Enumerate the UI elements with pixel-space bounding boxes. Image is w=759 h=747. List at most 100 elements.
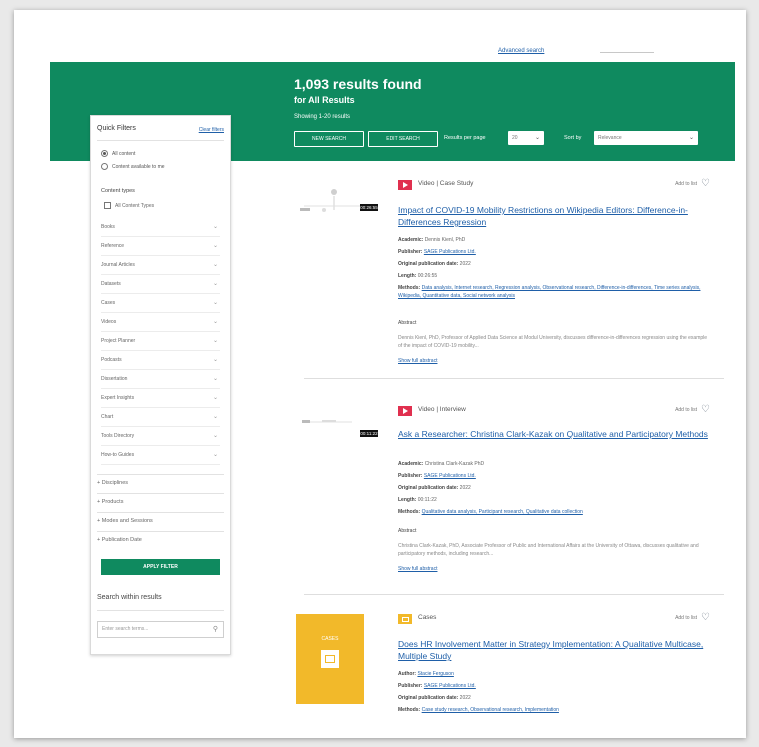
search-within-divider — [97, 610, 224, 611]
radio-on-icon — [101, 150, 108, 157]
all-content-types-checkbox[interactable]: All Content Types — [104, 202, 154, 209]
filter-podcasts[interactable]: Podcasts ⌄ — [101, 352, 220, 370]
meta-academic: Academic: Dennis Kienl, PhD — [398, 236, 710, 244]
filter-dissertation[interactable]: Dissertation ⌄ — [101, 371, 220, 389]
filter-label: Chart — [101, 414, 114, 420]
add-to-list-button[interactable]: Add to list ♡ — [675, 405, 710, 415]
radio-all-content[interactable]: All content — [101, 149, 135, 158]
show-full-abstract-link[interactable]: Show full abstract — [398, 566, 437, 572]
add-to-list-label: Add to list — [675, 181, 698, 187]
methods-links[interactable]: Data analysis, Internet research, Regres… — [398, 285, 700, 299]
abstract-text: Christina Clark-Kazak, PhD, Associate Pr… — [398, 543, 699, 557]
meta-label: Academic: — [398, 237, 424, 243]
meta-methods: Methods: Qualitative data analysis, Part… — [398, 508, 710, 516]
filter-books[interactable]: Books ⌄ — [101, 219, 220, 237]
filter-reference[interactable]: Reference ⌄ — [101, 238, 220, 256]
filter-videos[interactable]: Videos ⌄ — [101, 314, 220, 332]
advanced-search-link[interactable]: Advanced search — [498, 48, 544, 54]
filter-label: Podcasts — [101, 357, 122, 363]
chevron-down-icon: ⌄ — [534, 135, 540, 141]
radio-available-to-me[interactable]: Content available to me — [101, 162, 165, 171]
filter-cases[interactable]: Cases ⌄ — [101, 295, 220, 313]
meta-label: Academic: — [398, 461, 424, 467]
result-item: 00:26:55 Video | Case Study Add to list … — [290, 170, 720, 370]
filter-journal-articles[interactable]: Journal Articles ⌄ — [101, 257, 220, 275]
edit-search-button[interactable]: EDIT SEARCH — [368, 131, 438, 147]
add-to-list-label: Add to list — [675, 615, 698, 621]
search-within-label: Search within results — [97, 594, 162, 601]
filter-project-planner[interactable]: Project Planner ⌄ — [101, 333, 220, 351]
group-disciplines[interactable]: + Disciplines — [97, 474, 224, 492]
abstract-heading: Abstract — [398, 320, 417, 326]
video-type-icon — [398, 406, 412, 416]
filter-chart[interactable]: Chart ⌄ — [101, 409, 220, 427]
group-publication-date[interactable]: + Publication Date — [97, 531, 224, 549]
results-per-page-select[interactable]: 20 ⌄ — [508, 131, 544, 145]
add-to-list-button[interactable]: Add to list ♡ — [675, 613, 710, 623]
publisher-link[interactable]: SAGE Publications Ltd. — [424, 683, 476, 689]
publisher-link[interactable]: SAGE Publications Ltd. — [424, 249, 476, 255]
radio-off-icon — [101, 163, 108, 170]
abstract-text: Dennis Kienl, PhD, Professor of Applied … — [398, 335, 708, 349]
video-thumbnail[interactable] — [292, 182, 370, 232]
new-search-button[interactable]: NEW SEARCH — [294, 131, 364, 147]
meta-value: 00:11:22 — [417, 497, 437, 503]
apply-filter-button[interactable]: APPLY FILTER — [101, 559, 220, 575]
qf-divider — [97, 140, 224, 141]
meta-label: Original publication date: — [398, 695, 459, 701]
meta-pubdate: Original publication date: 2022 — [398, 484, 710, 492]
show-full-abstract-link[interactable]: Show full abstract — [398, 358, 437, 364]
quick-filters-title: Quick Filters — [97, 125, 136, 132]
filter-tools-directory[interactable]: Tools Directory ⌄ — [101, 428, 220, 446]
search-icon: ⚲ — [212, 626, 218, 633]
methods-links[interactable]: Case study research, Observational resea… — [422, 707, 559, 713]
meta-label: Publisher: — [398, 683, 423, 689]
meta-label: Publisher: — [398, 249, 423, 255]
filter-datasets[interactable]: Datasets ⌄ — [101, 276, 220, 294]
video-thumbnail[interactable] — [292, 398, 370, 448]
heart-icon: ♡ — [701, 612, 710, 623]
abstract-heading: Abstract — [398, 528, 417, 534]
video-duration: 00:26:55 — [360, 204, 378, 211]
meta-publisher: Publisher: SAGE Publications Ltd. — [398, 472, 710, 480]
result-title-link[interactable]: Impact of COVID-19 Mobility Restrictions… — [398, 204, 710, 228]
meta-label: Publisher: — [398, 473, 423, 479]
clear-filters-link[interactable]: Clear filters — [199, 127, 224, 133]
filter-expert-insights[interactable]: Expert Insights ⌄ — [101, 390, 220, 408]
result-item: 00:11:22 Video | Interview Add to list ♡… — [290, 388, 720, 588]
quick-filters-panel: Quick Filters Clear filters All content … — [90, 115, 231, 655]
sort-by-select[interactable]: Relevance ⌄ — [594, 131, 698, 145]
sort-by-value: Relevance — [598, 135, 622, 141]
add-to-list-button[interactable]: Add to list ♡ — [675, 179, 710, 189]
meta-value: 00:26:55 — [417, 273, 438, 279]
filter-how-to-guides[interactable]: How-to Guides ⌄ — [101, 447, 220, 465]
group-modes-and-sessions[interactable]: + Modes and Sessions — [97, 512, 224, 530]
author-link[interactable]: Stacie Ferguson — [417, 671, 453, 677]
meta-label: Methods: — [398, 707, 421, 713]
meta-pubdate: Original publication date: 2022 — [398, 694, 710, 702]
result-title-link[interactable]: Does HR Involvement Matter in Strategy I… — [398, 638, 710, 662]
result-title-link[interactable]: Ask a Researcher: Christina Clark-Kazak … — [398, 428, 710, 440]
chevron-down-icon: ⌄ — [212, 224, 218, 230]
meta-length: Length: 00:26:55 — [398, 272, 710, 280]
checkbox-icon — [104, 202, 111, 209]
results-per-page-label: Results per page — [444, 135, 486, 141]
filter-label: Project Planner — [101, 338, 136, 344]
results-per-page-value: 20 — [512, 135, 518, 141]
meta-value: 2022 — [459, 261, 471, 267]
filter-label: Cases — [101, 300, 116, 306]
group-products[interactable]: + Products — [97, 493, 224, 511]
results-scope: for All Results — [294, 95, 355, 105]
filter-label: How-to Guides — [101, 452, 135, 458]
search-within-input[interactable]: Enter search terms... ⚲ — [97, 621, 224, 638]
add-to-list-label: Add to list — [675, 407, 698, 413]
filter-label: Journal Articles — [101, 262, 135, 268]
chevron-down-icon: ⌄ — [212, 243, 218, 249]
content-types-label: Content types — [101, 188, 135, 194]
chevron-down-icon: ⌄ — [212, 395, 218, 401]
chevron-down-icon: ⌄ — [212, 262, 218, 268]
publisher-link[interactable]: SAGE Publications Ltd. — [424, 473, 476, 479]
chevron-down-icon: ⌄ — [212, 357, 218, 363]
meta-pubdate: Original publication date: 2022 — [398, 260, 710, 268]
methods-links[interactable]: Qualitative data analysis, Participant r… — [422, 509, 583, 515]
